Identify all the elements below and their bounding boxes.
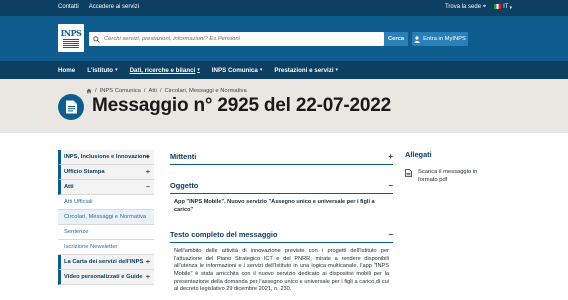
italian-flag-icon	[494, 4, 502, 10]
search-icon	[93, 35, 100, 43]
attachments-title: Allegati	[405, 150, 432, 159]
expand-icon[interactable]: +	[146, 274, 150, 281]
testo-paragraph: Nell'ambito delle attività di innovazion…	[174, 248, 389, 293]
language-selector[interactable]: IT▾	[494, 4, 512, 11]
nav-item-prestazioni[interactable]: Prestazioni e servizi ▾	[274, 67, 338, 74]
breadcrumb-circolari[interactable]: Circolari, Messaggi e Normativa	[165, 88, 247, 94]
utility-right: Trova la sede ⌖ IT▾	[445, 4, 512, 11]
sidebar-subitem-atti-ufficiali[interactable]: Atti Ufficiali	[58, 195, 154, 210]
logo-stripes	[63, 38, 79, 49]
section-title: Testo completo del messaggio	[170, 230, 278, 240]
pdf-file-icon	[405, 169, 412, 177]
nav-item-istituto[interactable]: L'istituto ▾	[87, 67, 117, 74]
home-icon[interactable]	[86, 88, 92, 94]
collapse-icon[interactable]: −	[388, 181, 393, 190]
testo-body: Nell'ambito delle attività di innovazion…	[170, 243, 393, 294]
page-title: Messaggio n° 2925 del 22-07-2022	[92, 95, 392, 116]
section-mittenti[interactable]: Mittenti +	[170, 150, 393, 165]
nav-item-dati[interactable]: Dati, ricerche e bilanci ▾	[130, 67, 200, 74]
section-testo[interactable]: Testo completo del messaggio −	[170, 228, 393, 244]
utility-bar: Contatti Accedere ai servizi Trova la se…	[0, 0, 568, 16]
breadcrumb-atti[interactable]: Atti	[149, 88, 157, 94]
sidebar-item-video-guide[interactable]: Video personalizzati e Guide +	[58, 270, 154, 285]
chevron-down-icon: ▾	[197, 67, 200, 73]
access-services-link[interactable]: Accedere ai servizi	[89, 4, 139, 10]
sidebar-item-atti[interactable]: Atti −	[58, 180, 154, 195]
mynps-login-button[interactable]: Entra in MyINPS	[412, 32, 468, 46]
sidebar-subitem-newsletter[interactable]: Iscrizione Newsletter	[58, 240, 154, 255]
mynps-label: Entra in MyINPS	[423, 36, 466, 42]
title-band: / INPS Comunica / Atti / Circolari, Mess…	[0, 79, 568, 133]
breadcrumb-comunica[interactable]: INPS Comunica	[100, 88, 141, 94]
sidebar-item-carta-servizi[interactable]: La Carta dei servizi dell'INPS +	[58, 255, 154, 270]
attachments-panel: Allegati Scarica il messaggio in formato…	[405, 150, 485, 184]
sidebar-item-ufficio-stampa[interactable]: Ufficio Stampa +	[58, 165, 154, 180]
chevron-down-icon: ▾	[259, 67, 263, 73]
utility-links: Contatti Accedere ai servizi	[58, 4, 139, 10]
inps-logo[interactable]: INPS	[58, 24, 84, 52]
nav-item-comunica[interactable]: INPS Comunica ▾	[212, 67, 263, 74]
logo-text: INPS	[60, 27, 82, 38]
user-icon	[414, 35, 420, 43]
download-pdf-label: Scarica il messaggio in formato pdf	[418, 169, 478, 183]
message-content: Mittenti + Oggetto − App "INPS Mobile". …	[170, 150, 393, 294]
section-title: Oggetto	[170, 181, 199, 190]
collapse-icon[interactable]: −	[388, 230, 393, 239]
sidebar-subitem-circolari[interactable]: Circolari, Messaggi e Normativa	[58, 210, 154, 225]
find-office-link[interactable]: Trova la sede ⌖	[445, 4, 486, 11]
breadcrumb: / INPS Comunica / Atti / Circolari, Mess…	[86, 88, 247, 94]
contact-link[interactable]: Contatti	[58, 4, 79, 10]
main-nav: Home L'istituto ▾ Dati, ricerche e bilanc…	[0, 61, 568, 79]
expand-icon[interactable]: +	[146, 154, 150, 161]
download-pdf-link[interactable]: Scarica il messaggio in formato pdf	[405, 168, 485, 184]
nav-item-home[interactable]: Home	[58, 67, 75, 74]
oggetto-text: App "INPS Mobile". Nuovo servizio "Asseg…	[174, 199, 375, 213]
expand-icon[interactable]: +	[146, 169, 150, 176]
document-icon	[58, 94, 84, 120]
chevron-down-icon: ▾	[509, 4, 512, 11]
sidebar: INPS, Inclusione e Innovazione + Ufficio…	[58, 150, 154, 285]
collapse-icon[interactable]: −	[146, 184, 150, 191]
expand-icon[interactable]: +	[388, 152, 393, 161]
file-icon	[65, 100, 77, 114]
search-input[interactable]	[104, 36, 374, 42]
site-header: INPS Cerca Entra in MyINPS	[0, 16, 568, 61]
section-title: Mittenti	[170, 152, 197, 161]
section-oggetto[interactable]: Oggetto −	[170, 179, 393, 194]
search-button[interactable]: Cerca	[384, 32, 408, 46]
sidebar-subitem-sentenze[interactable]: Sentenze	[58, 225, 154, 240]
sidebar-item-inclusione[interactable]: INPS, Inclusione e Innovazione +	[58, 150, 154, 165]
chevron-down-icon: ▾	[115, 67, 118, 73]
chevron-down-icon: ▾	[335, 67, 339, 73]
map-pin-icon: ⌖	[482, 4, 487, 10]
expand-icon[interactable]: +	[146, 259, 150, 266]
search-box	[89, 32, 384, 46]
